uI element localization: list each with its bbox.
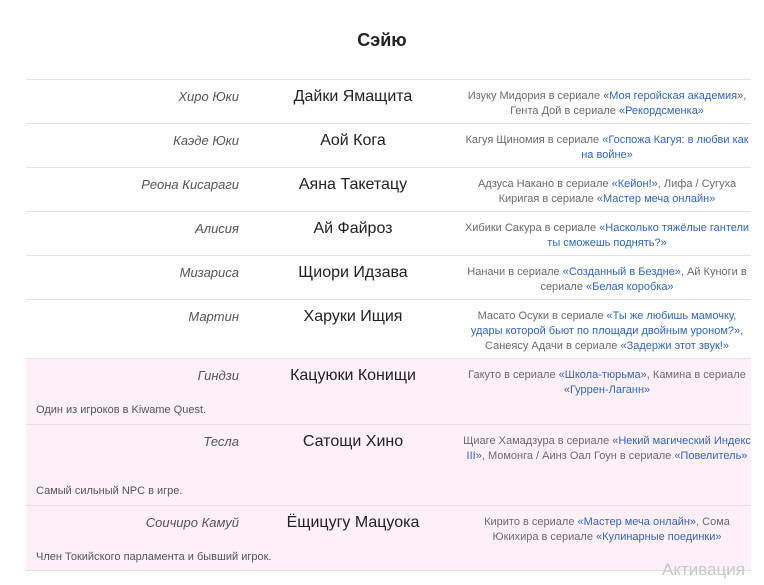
- other-roles: Кирито в сериале «Мастер меча онлайн», С…: [462, 515, 752, 545]
- series-link[interactable]: «Мастер меча онлайн»: [597, 193, 716, 205]
- other-roles: Наначи в сериале «Созданный в Бездне», А…: [462, 265, 752, 295]
- voice-actor-name: Аяна Такетацу: [298, 176, 408, 193]
- series-link[interactable]: «Созданный в Бездне»: [563, 266, 681, 278]
- role-text: Кирито в сериале: [484, 516, 578, 528]
- series-link[interactable]: «Рекордсменка»: [619, 105, 704, 117]
- character-note: Один из игроков в Kiwame Quest.: [36, 404, 207, 416]
- other-roles: Адзуса Накано в сериале «Кейон!», Лифа /…: [462, 177, 752, 207]
- voice-actor-name: Сатощи Хино: [302, 433, 404, 450]
- role-text: Хибики Сакура в сериале: [464, 222, 600, 234]
- role-text: , Камина в сериале: [646, 369, 746, 381]
- series-link[interactable]: «Кулинарные поединки»: [596, 531, 721, 543]
- other-roles: Масато Осуки в сериале «Ты же любишь мам…: [462, 309, 752, 354]
- voice-actor-name: Ёщицугу Мацуока: [286, 514, 420, 531]
- section-title: Сэйю: [357, 30, 407, 50]
- character-name: Соичиро Камуй: [145, 515, 239, 530]
- cast-row: Каэде Юки Аой Кога Кагуя Щиномия в сериале…: [26, 123, 751, 167]
- cast-row: Алисия Ай Файроз Хибики Сакура в сериале «…: [26, 211, 751, 255]
- role-text: Наначи в сериале: [467, 266, 563, 278]
- activation-watermark: Активация: [662, 560, 745, 579]
- voice-actor-name: Кацуюки Конищи: [290, 367, 416, 384]
- voice-actor-name: Харуки Ищия: [303, 308, 403, 325]
- series-link[interactable]: «Мастер меча онлайн»: [578, 516, 697, 528]
- series-link[interactable]: «Задержи этот звук!»: [620, 340, 728, 352]
- voice-actor-name: Аой Кога: [320, 132, 386, 149]
- character-note: Член Токийского парламента и бывший игро…: [36, 551, 272, 563]
- series-link[interactable]: «Госпожа Кагуя: в любви как на войне»: [581, 134, 748, 161]
- role-text: Масато Осуки в сериале: [477, 310, 607, 322]
- series-link[interactable]: «Школа-тюрьма»: [559, 369, 647, 381]
- role-text: Кагуя Щиномия в сериале: [465, 134, 603, 146]
- character-name: Реона Кисараги: [141, 177, 239, 192]
- voice-actor-name: Щиори Идзава: [298, 264, 408, 281]
- series-link[interactable]: «Кейон!»: [612, 178, 658, 190]
- cast-row: Мартин Харуки Ищия Масато Осуки в сериале …: [26, 299, 751, 358]
- cast-row: Тесла Сатощи Хино Щиаге Хамадзура в сериал…: [26, 424, 751, 505]
- character-name: Мартин: [188, 309, 239, 324]
- cast-row: Гиндзи Кацуюки Конищи Гакуто в сериале «Шк…: [26, 358, 751, 424]
- other-roles: Изуку Мидория в сериале «Моя геройская а…: [462, 89, 752, 119]
- other-roles: Кагуя Щиномия в сериале «Госпожа Кагуя: …: [462, 133, 752, 163]
- role-text: Щиаге Хамадзура в сериале: [463, 435, 613, 447]
- series-link[interactable]: «Гуррен-Лаганн»: [564, 384, 650, 396]
- role-text: , Момонга / Аинз Оал Гоун в сериале: [481, 450, 675, 462]
- role-text: Адзуса Накано в сериале: [477, 178, 612, 190]
- character-name: Тесла: [203, 434, 239, 449]
- cast-row: Хиро Юки Дайки Ямащита Изуку Мидория в сер…: [26, 79, 751, 123]
- series-link[interactable]: «Белая коробка»: [586, 281, 674, 293]
- character-name: Алисия: [195, 221, 239, 236]
- cast-row: Мизариса Щиори Идзава Наначи в сериале «Со…: [26, 255, 751, 299]
- cast-row: Реона Кисараги Аяна Такетацу Адзуса Накано…: [26, 167, 751, 211]
- role-text: Гакуто в сериале: [468, 369, 559, 381]
- role-text: Изуку Мидория в сериале: [467, 90, 604, 102]
- cast-table: Хиро Юки Дайки Ямащита Изуку Мидория в сер…: [26, 79, 751, 571]
- character-note: Самый сильный NPC в игре.: [36, 485, 183, 497]
- character-name: Хиро Юки: [178, 89, 239, 104]
- character-name: Каэде Юки: [173, 133, 239, 148]
- voice-actor-name: Дайки Ямащита: [293, 88, 413, 105]
- series-link[interactable]: «Моя геройская академия»: [603, 90, 743, 102]
- series-link[interactable]: «Повелитель»: [674, 450, 747, 462]
- other-roles: Хибики Сакура в сериале «Насколько тяжёл…: [462, 221, 752, 251]
- character-name: Мизариса: [179, 265, 239, 280]
- other-roles: Гакуто в сериале «Школа-тюрьма», Камина …: [462, 368, 752, 398]
- voice-actor-name: Ай Файроз: [313, 220, 393, 237]
- other-roles: Щиаге Хамадзура в сериале «Некий магичес…: [462, 434, 752, 464]
- character-name: Гиндзи: [197, 368, 239, 383]
- cast-row: Соичиро Камуй Ёщицугу Мацуока Кирито в сер…: [26, 505, 751, 571]
